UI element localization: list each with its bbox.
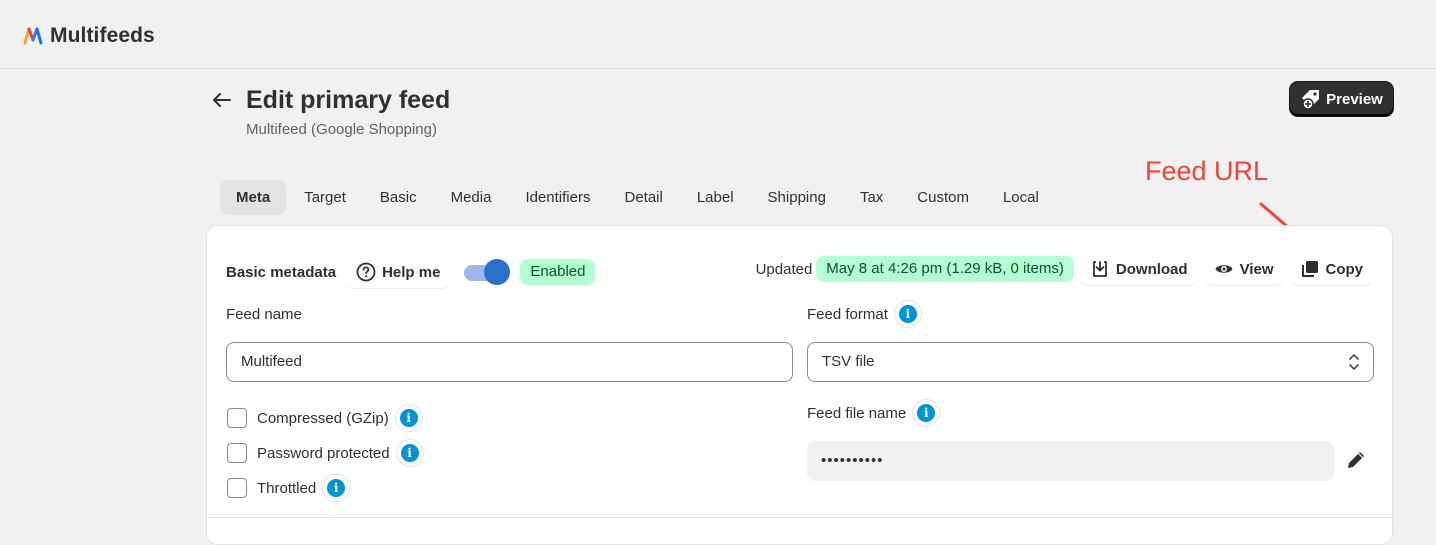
feed-file-name-label: Feed file name i bbox=[807, 399, 941, 427]
info-icon[interactable]: i bbox=[912, 399, 941, 427]
download-button[interactable]: Download bbox=[1079, 253, 1198, 285]
compressed-checkbox[interactable] bbox=[227, 408, 247, 428]
password-label: Password protected bbox=[257, 444, 390, 462]
feed-format-value: TSV file bbox=[822, 353, 875, 370]
tab-media[interactable]: Media bbox=[435, 180, 508, 215]
tab-label[interactable]: Label bbox=[681, 180, 750, 215]
page-title: Edit primary feed bbox=[246, 86, 451, 114]
help-button[interactable]: Help me bbox=[346, 256, 451, 288]
feed-format-select[interactable]: TSV file bbox=[807, 342, 1374, 382]
info-icon[interactable]: i bbox=[322, 474, 351, 502]
enabled-toggle[interactable] bbox=[462, 259, 511, 285]
updated-label: Updated bbox=[755, 260, 813, 278]
edit-file-name-button[interactable] bbox=[1339, 443, 1373, 477]
metadata-header: Basic metadata Help me Enabled bbox=[226, 256, 596, 288]
copy-label: Copy bbox=[1325, 260, 1364, 278]
arrow-left-icon bbox=[213, 93, 231, 107]
back-button[interactable] bbox=[210, 88, 234, 112]
updated-badge: May 8 at 4:26 pm (1.29 kB, 0 items) bbox=[816, 256, 1074, 282]
app-logo[interactable]: Multifeeds bbox=[23, 24, 155, 48]
tab-identifiers[interactable]: Identifiers bbox=[509, 180, 606, 215]
tab-basic[interactable]: Basic bbox=[364, 180, 433, 215]
feed-actions: Updated May 8 at 4:26 pm (1.29 kB, 0 ite… bbox=[756, 253, 1373, 285]
info-icon[interactable]: i bbox=[893, 300, 922, 328]
multifeeds-logo-icon bbox=[23, 27, 43, 45]
download-icon bbox=[1093, 261, 1107, 277]
view-label: View bbox=[1239, 260, 1274, 278]
status-badge: Enabled bbox=[520, 259, 596, 285]
compressed-option[interactable]: Compressed (GZip) i bbox=[227, 404, 423, 432]
tab-local[interactable]: Local bbox=[987, 180, 1055, 215]
feed-url-annotation: Feed URL bbox=[1145, 156, 1269, 186]
app-name: Multifeeds bbox=[50, 24, 155, 47]
throttled-option[interactable]: Throttled i bbox=[227, 474, 351, 502]
help-label: Help me bbox=[382, 263, 441, 281]
tab-shipping[interactable]: Shipping bbox=[752, 180, 842, 215]
copy-icon bbox=[1301, 261, 1318, 277]
tag-plus-icon bbox=[1302, 90, 1320, 110]
select-chevron-icon bbox=[1349, 354, 1359, 370]
password-checkbox[interactable] bbox=[227, 443, 247, 463]
preview-button[interactable]: Preview bbox=[1290, 82, 1393, 116]
eye-icon bbox=[1215, 265, 1233, 273]
feed-name-input[interactable]: Multifeed bbox=[226, 342, 793, 382]
feed-file-name-label-text: Feed file name bbox=[807, 404, 907, 422]
card-divider bbox=[207, 517, 1392, 518]
feed-format-label: Feed format i bbox=[807, 300, 922, 328]
tab-custom[interactable]: Custom bbox=[901, 180, 985, 215]
meta-card: Basic metadata Help me Enabled Updated M… bbox=[206, 225, 1393, 545]
compressed-label: Compressed (GZip) bbox=[257, 409, 389, 427]
page-subtitle: Multifeed (Google Shopping) bbox=[246, 121, 437, 138]
view-button[interactable]: View bbox=[1203, 253, 1284, 285]
info-icon[interactable]: i bbox=[395, 439, 424, 467]
password-option[interactable]: Password protected i bbox=[227, 439, 424, 467]
copy-button[interactable]: Copy bbox=[1289, 253, 1373, 285]
info-icon[interactable]: i bbox=[394, 404, 423, 432]
feed-format-label-text: Feed format bbox=[807, 305, 888, 323]
tab-tax[interactable]: Tax bbox=[844, 180, 899, 215]
feed-name-label: Feed name bbox=[226, 306, 302, 323]
toggle-knob bbox=[484, 259, 511, 285]
feed-tabs: Meta Target Basic Media Identifiers Deta… bbox=[220, 180, 1055, 215]
tab-detail[interactable]: Detail bbox=[608, 180, 678, 215]
feed-file-name-field[interactable]: •••••••••• bbox=[807, 441, 1334, 481]
throttled-checkbox[interactable] bbox=[227, 478, 247, 498]
tab-target[interactable]: Target bbox=[288, 180, 362, 215]
tab-meta[interactable]: Meta bbox=[220, 180, 287, 215]
section-title: Basic metadata bbox=[226, 263, 337, 281]
throttled-label: Throttled bbox=[257, 479, 317, 497]
preview-label: Preview bbox=[1326, 90, 1383, 108]
pencil-icon bbox=[1348, 452, 1364, 468]
question-circle-icon bbox=[356, 262, 376, 282]
top-bar: Multifeeds bbox=[0, 0, 1436, 69]
feed-name-label-text: Feed name bbox=[226, 306, 302, 323]
download-label: Download bbox=[1115, 260, 1188, 278]
